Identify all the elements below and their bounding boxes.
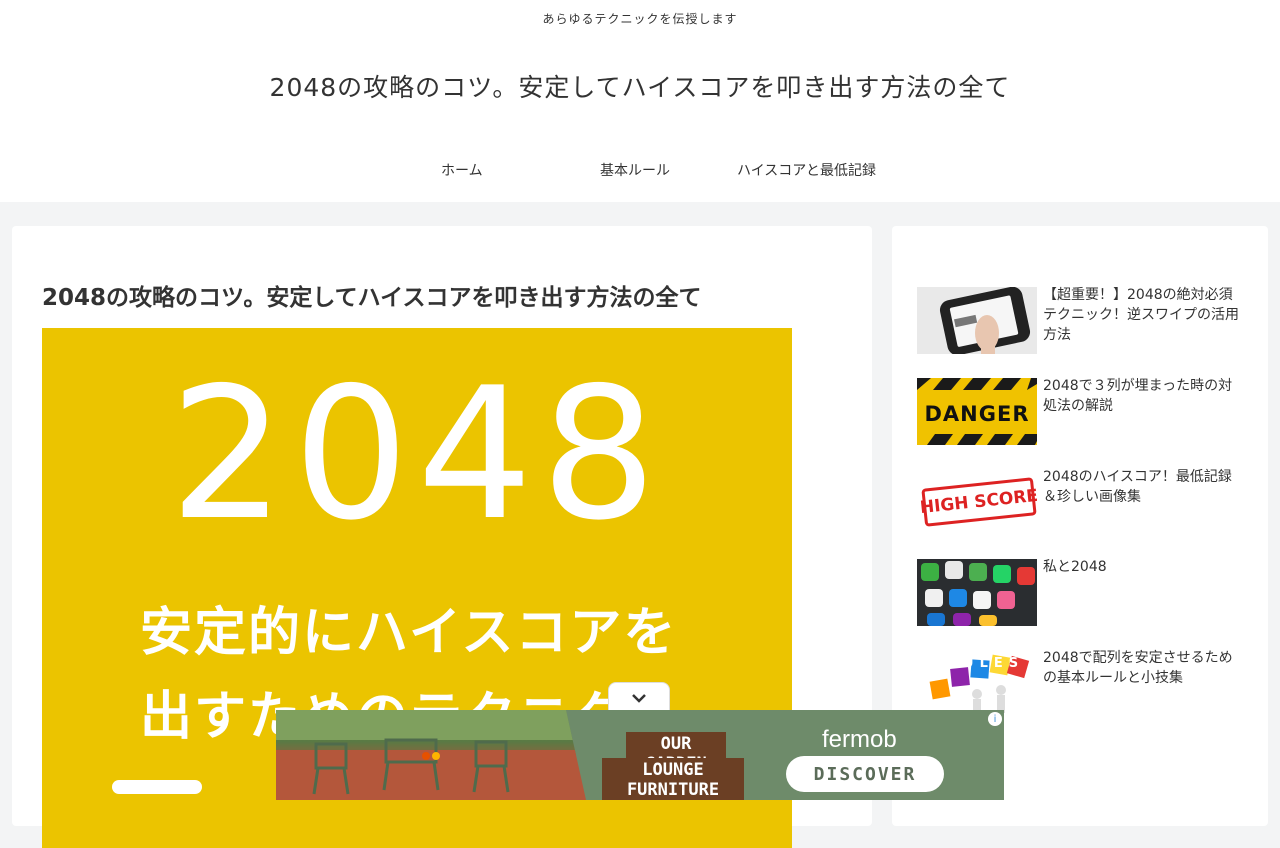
site-header: あらゆるテクニックを伝授します 2048の攻略のコツ。安定してハイスコアを叩き出…	[0, 0, 1280, 202]
sidebar-article-title: 私と2048	[1043, 559, 1107, 575]
article-title: 2048の攻略のコツ。安定してハイスコアを叩き出す方法の全て	[42, 285, 702, 311]
ad-discover-button[interactable]: DISCOVER	[786, 756, 944, 792]
sidebar-article-card[interactable]: DANGER 2048で３列が埋まった時の対処法の解説	[917, 378, 1247, 448]
nav-item-high-score[interactable]: ハイスコアと最低記録	[737, 160, 876, 180]
sidebar-article-title: 【超重要！】2048の絶対必須テクニック！逆スワイプの活用方法	[1043, 287, 1239, 343]
nav-item-basic-rules[interactable]: 基本ルール	[600, 160, 670, 180]
thumbnail-app-icons	[917, 559, 1037, 626]
advertisement-banner[interactable]: OUR GARDEN LOUNGE FURNITURE fermob DISCO…	[276, 710, 1004, 800]
site-tagline: あらゆるテクニックを伝授します	[542, 12, 738, 26]
high-score-stamp: HIGH SCORE	[919, 477, 1037, 527]
chevron-down-icon	[632, 694, 646, 703]
thumbnail-danger: DANGER	[917, 378, 1037, 445]
ad-photo-garden-furniture	[276, 710, 586, 800]
global-nav: ホーム 基本ルール ハイスコアと最低記録	[0, 160, 1280, 184]
nav-item-home[interactable]: ホーム	[441, 160, 483, 180]
sidebar-article-title: 2048のハイスコア！最低記録＆珍しい画像集	[1043, 469, 1232, 505]
eyecatch-number: 2048	[169, 348, 665, 560]
ad-headline-line2: LOUNGE FURNITURE	[602, 758, 744, 800]
ad-info-icon[interactable]: i	[988, 712, 1002, 726]
thumbnail-high-score: HIGH SCORE	[917, 469, 1037, 536]
ad-brand-logo: fermob	[822, 726, 897, 753]
eyecatch-subtitle-line1: 安定的にハイスコアを	[140, 603, 678, 663]
sidebar-article-card[interactable]: 私と2048	[917, 559, 1247, 629]
thumbnail-smartphone-swipe	[917, 287, 1037, 354]
sidebar-article-card[interactable]: HIGH SCORE 2048のハイスコア！最低記録＆珍しい画像集	[917, 469, 1247, 539]
thumbnail-danger-text: DANGER	[924, 402, 1030, 426]
site-title[interactable]: 2048の攻略のコツ。安定してハイスコアを叩き出す方法の全て	[0, 68, 1280, 104]
sidebar-article-title: 2048で３列が埋まった時の対処法の解説	[1043, 378, 1233, 414]
sidebar-article-card[interactable]: 【超重要！】2048の絶対必須テクニック！逆スワイプの活用方法	[917, 287, 1247, 357]
sidebar-article-title: 2048で配列を安定させるための基本ルールと小技集	[1043, 650, 1233, 686]
ad-collapse-button[interactable]	[608, 682, 670, 713]
thumbnail-rules: RULES	[917, 650, 1037, 717]
eyecatch-decoration	[112, 780, 202, 794]
rules-blocks-text: RULES	[947, 656, 1025, 671]
